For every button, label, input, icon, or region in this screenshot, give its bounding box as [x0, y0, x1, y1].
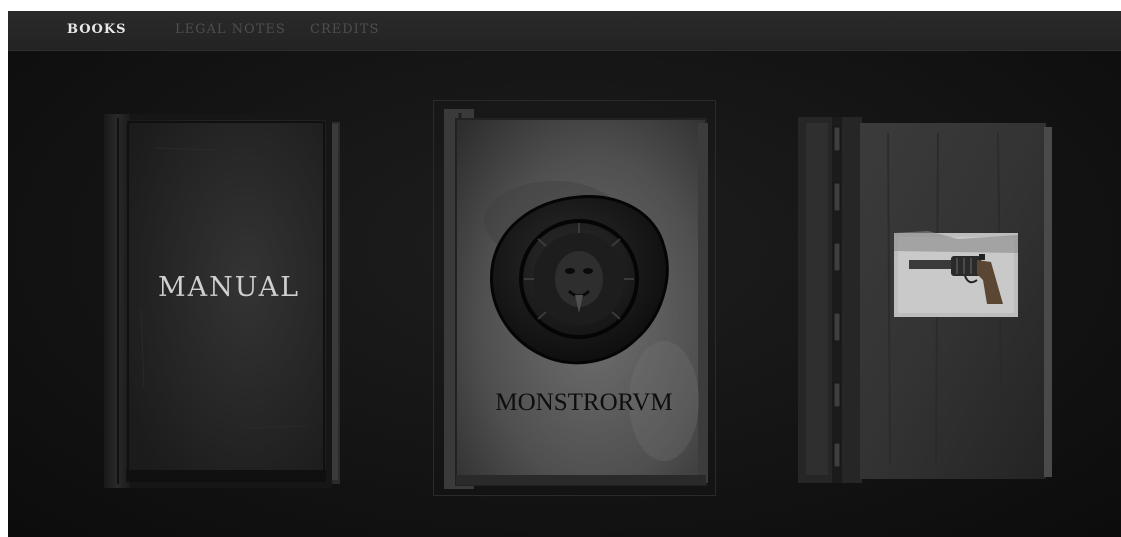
tab-books[interactable]: BOOKS — [67, 22, 127, 37]
revolver-icon — [909, 254, 1003, 304]
game-menu-screen: BOOKS LEGAL NOTES CREDITS MANUAL MONSTRO… — [8, 11, 1121, 537]
top-nav-bar: BOOKS LEGAL NOTES CREDITS — [8, 11, 1121, 51]
book-revolver[interactable] — [798, 113, 1054, 489]
tab-legal-notes[interactable]: LEGAL NOTES — [175, 22, 286, 37]
manual-book-cover — [104, 114, 340, 488]
book-monstrorum[interactable]: MONSTRORVM — [433, 100, 716, 496]
book-manual[interactable]: MANUAL — [96, 108, 344, 490]
monstrorum-book-cover — [444, 109, 708, 489]
tab-credits[interactable]: CREDITS — [310, 22, 379, 37]
